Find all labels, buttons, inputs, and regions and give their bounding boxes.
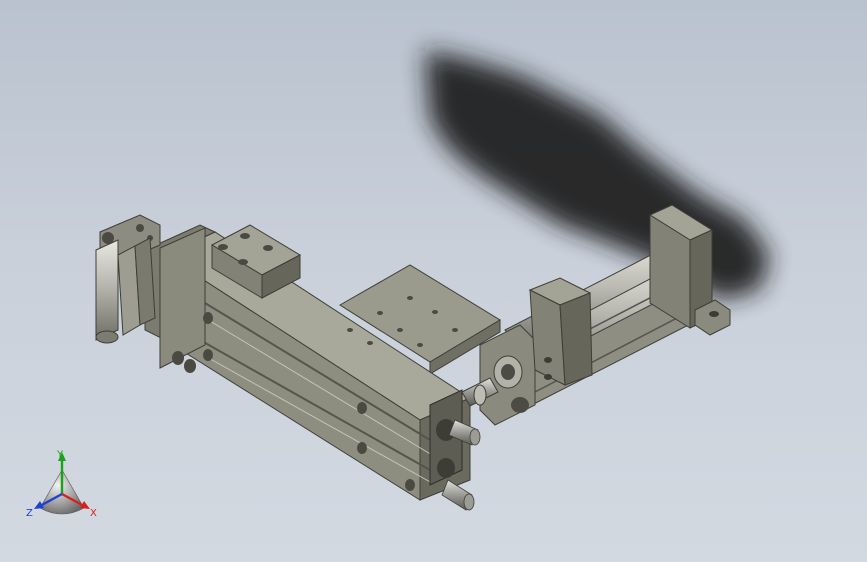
- triad-y-label: Y: [56, 449, 64, 460]
- triad-x-label: X: [90, 508, 97, 519]
- view-orientation-triad[interactable]: Y X Z: [26, 448, 106, 520]
- triad-z-label: Z: [26, 508, 33, 519]
- cad-model-view[interactable]: [0, 0, 867, 562]
- graphics-viewport[interactable]: Y X Z: [0, 0, 867, 562]
- main-slide-body[interactable]: [144, 224, 501, 501]
- model-shadow: [425, 50, 770, 300]
